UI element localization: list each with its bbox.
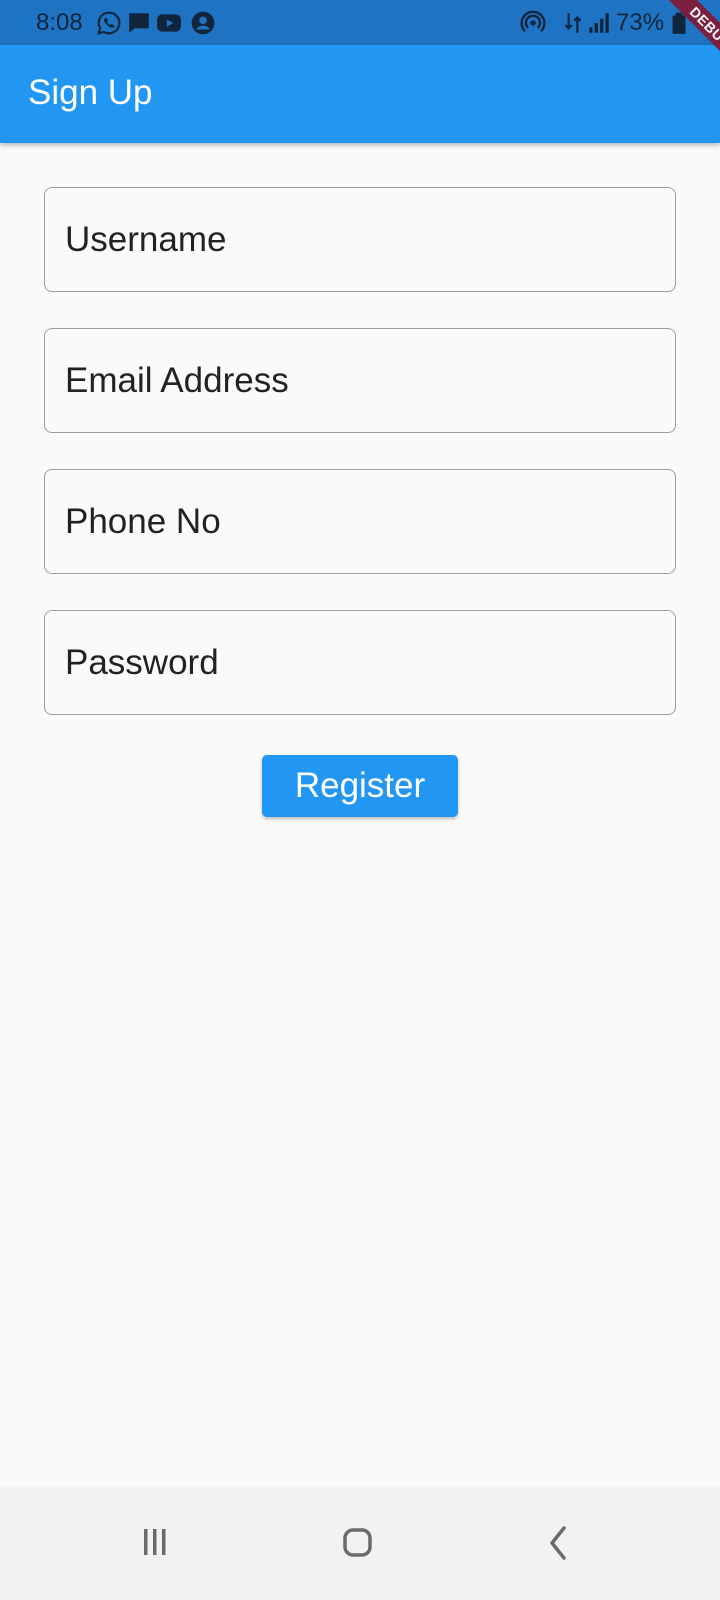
phone-field-container: [44, 469, 676, 574]
email-input[interactable]: [65, 329, 655, 432]
app-bar: Sign Up: [0, 45, 720, 143]
username-input[interactable]: [65, 188, 655, 291]
message-icon: [129, 13, 149, 33]
hotspot-icon: [520, 10, 546, 32]
page-title: Sign Up: [28, 73, 153, 112]
data-transfer-icon: [564, 13, 582, 33]
email-field-container: [44, 328, 676, 433]
password-field-container: [44, 610, 676, 715]
back-icon[interactable]: [498, 1486, 618, 1600]
phone-input[interactable]: [65, 470, 655, 573]
battery-percentage: 73%: [616, 9, 665, 36]
password-input[interactable]: [65, 611, 655, 714]
whatsapp-icon: [97, 11, 121, 35]
signal-icon: [589, 13, 609, 33]
youtube-icon: [157, 14, 181, 32]
system-navigation-bar: [0, 1486, 720, 1600]
status-bar: 8:08 73%: [0, 0, 720, 45]
status-time: 8:08: [36, 9, 83, 36]
recent-apps-icon[interactable]: [96, 1486, 216, 1600]
username-field-container: [44, 187, 676, 292]
register-button[interactable]: Register: [262, 755, 458, 817]
home-icon[interactable]: [298, 1486, 418, 1600]
battery-icon: [672, 12, 686, 34]
account-icon: [191, 11, 215, 35]
